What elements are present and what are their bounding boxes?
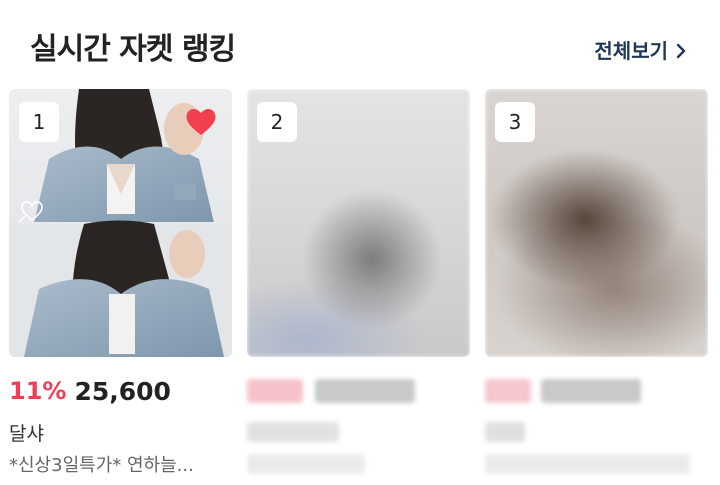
price: 25,600 — [74, 376, 171, 406]
blurred-brand — [247, 422, 339, 442]
product-image[interactable]: 3 — [485, 89, 708, 357]
product-image[interactable]: 1 — [9, 89, 232, 357]
blurred-product-name — [247, 454, 365, 474]
rank-badge: 3 — [495, 102, 535, 142]
heart-doodle-icon — [18, 201, 43, 223]
discount-rate: 11% — [9, 377, 67, 405]
brand-name[interactable]: 달샤 — [9, 419, 44, 446]
view-all-label: 전체보기 — [594, 39, 668, 63]
blurred-price — [541, 379, 641, 403]
blurred-brand — [485, 422, 525, 442]
product-card[interactable]: 3 — [485, 89, 708, 485]
blurred-discount — [485, 379, 531, 403]
chevron-right-icon — [676, 43, 686, 59]
rank-badge: 1 — [19, 102, 59, 142]
section-title: 실시간 자켓 랭킹 — [30, 32, 236, 67]
view-all-link[interactable]: 전체보기 — [594, 36, 686, 66]
blurred-price — [315, 379, 415, 403]
blurred-discount — [247, 379, 303, 403]
product-name[interactable]: *신상3일특가* 연하늘... — [9, 451, 232, 477]
blurred-product-name — [485, 454, 690, 474]
product-card[interactable]: 1 11% 25,600 달샤 *신상3일특가* 연하늘... — [9, 89, 232, 485]
price-row: 11% 25,600 — [9, 375, 171, 407]
heart-icon[interactable] — [184, 105, 218, 137]
product-card[interactable]: 2 — [247, 89, 470, 485]
product-image[interactable]: 2 — [247, 89, 470, 357]
rank-badge: 2 — [257, 102, 297, 142]
section-header: 실시간 자켓 랭킹 전체보기 — [0, 0, 720, 88]
